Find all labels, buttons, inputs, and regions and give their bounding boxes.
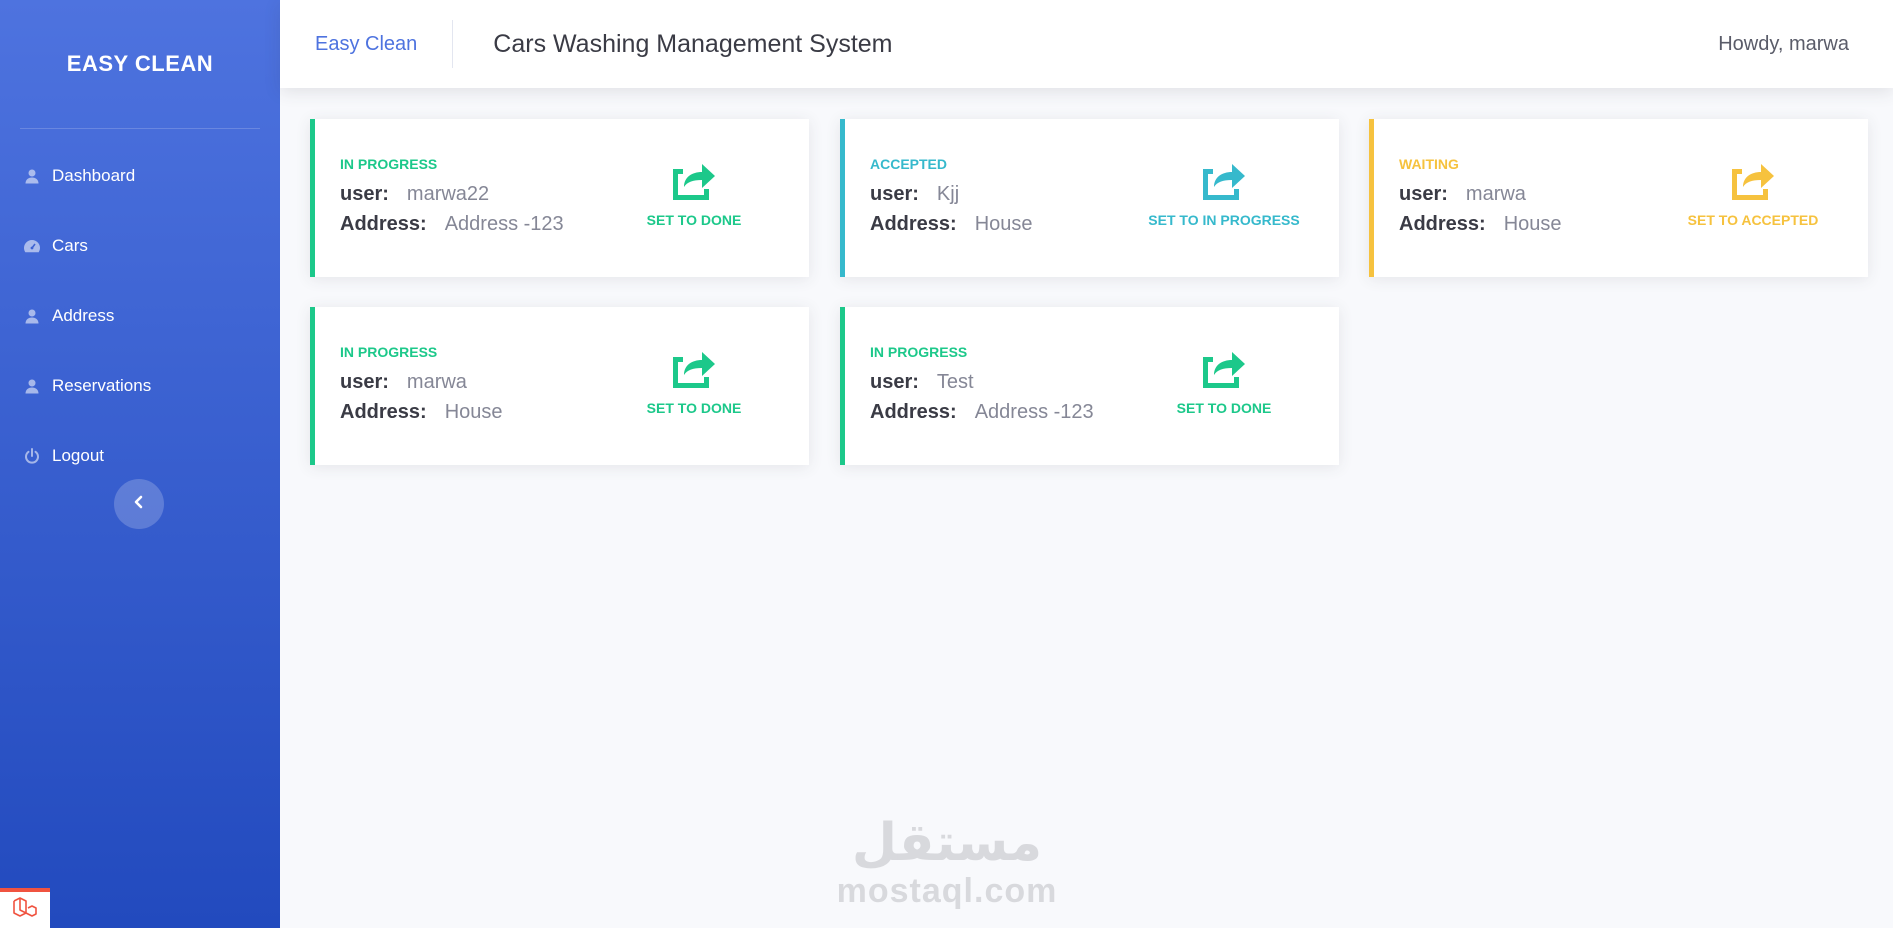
user-key: user:	[340, 183, 389, 205]
address-key: Address:	[870, 213, 957, 235]
share-square-icon	[1200, 347, 1248, 394]
page-title: Cars Washing Management System	[493, 29, 893, 58]
user-icon	[22, 166, 42, 186]
topbar: Easy Clean Cars Washing Management Syste…	[280, 0, 1893, 88]
reservation-card: WAITING user: marwa Address: House SET TO …	[1369, 119, 1868, 277]
reservation-card: IN PROGRESS user: Test Address: Address -1…	[840, 307, 1339, 465]
watermark-latin: mostaql.com	[836, 872, 1058, 910]
topbar-brand-link[interactable]: Easy Clean	[315, 20, 454, 68]
app-root: EASY CLEAN Dashboard Cars Address Reserv…	[0, 0, 1893, 928]
set-status-button[interactable]: SET TO DONE	[609, 347, 779, 416]
address-row: Address: House	[870, 213, 1033, 236]
user-icon	[22, 306, 42, 326]
address-row: Address: House	[1399, 213, 1562, 236]
share-square-icon	[1729, 159, 1777, 206]
address-value: House	[1503, 213, 1562, 235]
user-row: user: Kjj	[870, 183, 959, 206]
sidebar-toggle-button[interactable]	[114, 479, 164, 529]
user-row: user: Test	[870, 371, 974, 394]
chevron-left-icon	[133, 495, 145, 514]
user-row: user: marwa	[1399, 183, 1526, 206]
address-value: Address -123	[974, 401, 1094, 423]
address-value: Address -123	[444, 213, 564, 235]
share-square-icon	[1200, 159, 1248, 206]
power-icon	[22, 446, 42, 466]
address-value: House	[444, 401, 503, 423]
set-status-label: SET TO DONE	[646, 400, 742, 416]
sidebar-item-label: Dashboard	[52, 166, 136, 185]
address-key: Address:	[340, 401, 427, 423]
address-row: Address: Address -123	[870, 401, 1094, 424]
sidebar-item-label: Cars	[52, 236, 88, 255]
sidebar-item-label: Reservations	[52, 376, 152, 395]
sidebar-item-label: Address	[52, 306, 115, 325]
address-row: Address: House	[340, 401, 503, 424]
user-value: Kjj	[936, 183, 960, 205]
reservation-card: IN PROGRESS user: marwa Address: House SET…	[310, 307, 809, 465]
status-badge: IN PROGRESS	[340, 156, 438, 172]
set-status-button[interactable]: SET TO IN PROGRESS	[1139, 159, 1309, 228]
sidebar-item-cars[interactable]: Cars	[0, 211, 280, 281]
user-value: marwa	[406, 371, 467, 393]
set-status-label: SET TO DONE	[1176, 400, 1272, 416]
reservation-card: IN PROGRESS user: marwa22 Address: Address…	[310, 119, 809, 277]
watermark-arabic: مستقل	[851, 813, 1043, 873]
address-key: Address:	[340, 213, 427, 235]
user-key: user:	[340, 371, 389, 393]
user-key: user:	[870, 371, 919, 393]
address-key: Address:	[870, 401, 957, 423]
user-value: marwa	[1465, 183, 1526, 205]
user-row: user: marwa22	[340, 183, 489, 206]
reservation-card: ACCEPTED user: Kjj Address: House SET TO I…	[840, 119, 1339, 277]
user-value: Test	[936, 371, 974, 393]
status-badge: ACCEPTED	[870, 156, 948, 172]
user-key: user:	[870, 183, 919, 205]
user-value: marwa22	[406, 183, 490, 205]
sidebar-item-reservations[interactable]: Reservations	[0, 351, 280, 421]
set-status-label: SET TO DONE	[646, 212, 742, 228]
set-status-label: SET TO ACCEPTED	[1687, 212, 1819, 228]
sidebar-item-dashboard[interactable]: Dashboard	[0, 141, 280, 211]
address-key: Address:	[1399, 213, 1486, 235]
set-status-label: SET TO IN PROGRESS	[1148, 212, 1300, 228]
sidebar: EASY CLEAN Dashboard Cars Address Reserv…	[0, 0, 280, 928]
sidebar-nav: Dashboard Cars Address Reservations Logo…	[0, 141, 280, 491]
sidebar-divider	[20, 128, 260, 129]
user-row: user: marwa	[340, 371, 467, 394]
share-square-icon	[670, 347, 718, 394]
user-key: user:	[1399, 183, 1448, 205]
status-badge: IN PROGRESS	[340, 344, 438, 360]
sidebar-brand[interactable]: EASY CLEAN	[0, 0, 280, 128]
dashboard-gauge-icon	[22, 236, 42, 256]
set-status-button[interactable]: SET TO DONE	[1139, 347, 1309, 416]
user-greeting[interactable]: Howdy, marwa	[1718, 33, 1849, 56]
address-value: House	[974, 213, 1033, 235]
laravel-logo-icon	[12, 896, 38, 925]
status-badge: IN PROGRESS	[870, 344, 968, 360]
address-row: Address: Address -123	[340, 213, 564, 236]
sidebar-item-label: Logout	[52, 446, 104, 465]
share-square-icon	[670, 159, 718, 206]
watermark: مستقل mostaql.com	[832, 815, 1062, 911]
user-icon	[22, 376, 42, 396]
laravel-debugbar-button[interactable]	[0, 888, 50, 928]
set-status-button[interactable]: SET TO ACCEPTED	[1668, 159, 1838, 228]
set-status-button[interactable]: SET TO DONE	[609, 159, 779, 228]
sidebar-item-address[interactable]: Address	[0, 281, 280, 351]
status-badge: WAITING	[1399, 156, 1459, 172]
